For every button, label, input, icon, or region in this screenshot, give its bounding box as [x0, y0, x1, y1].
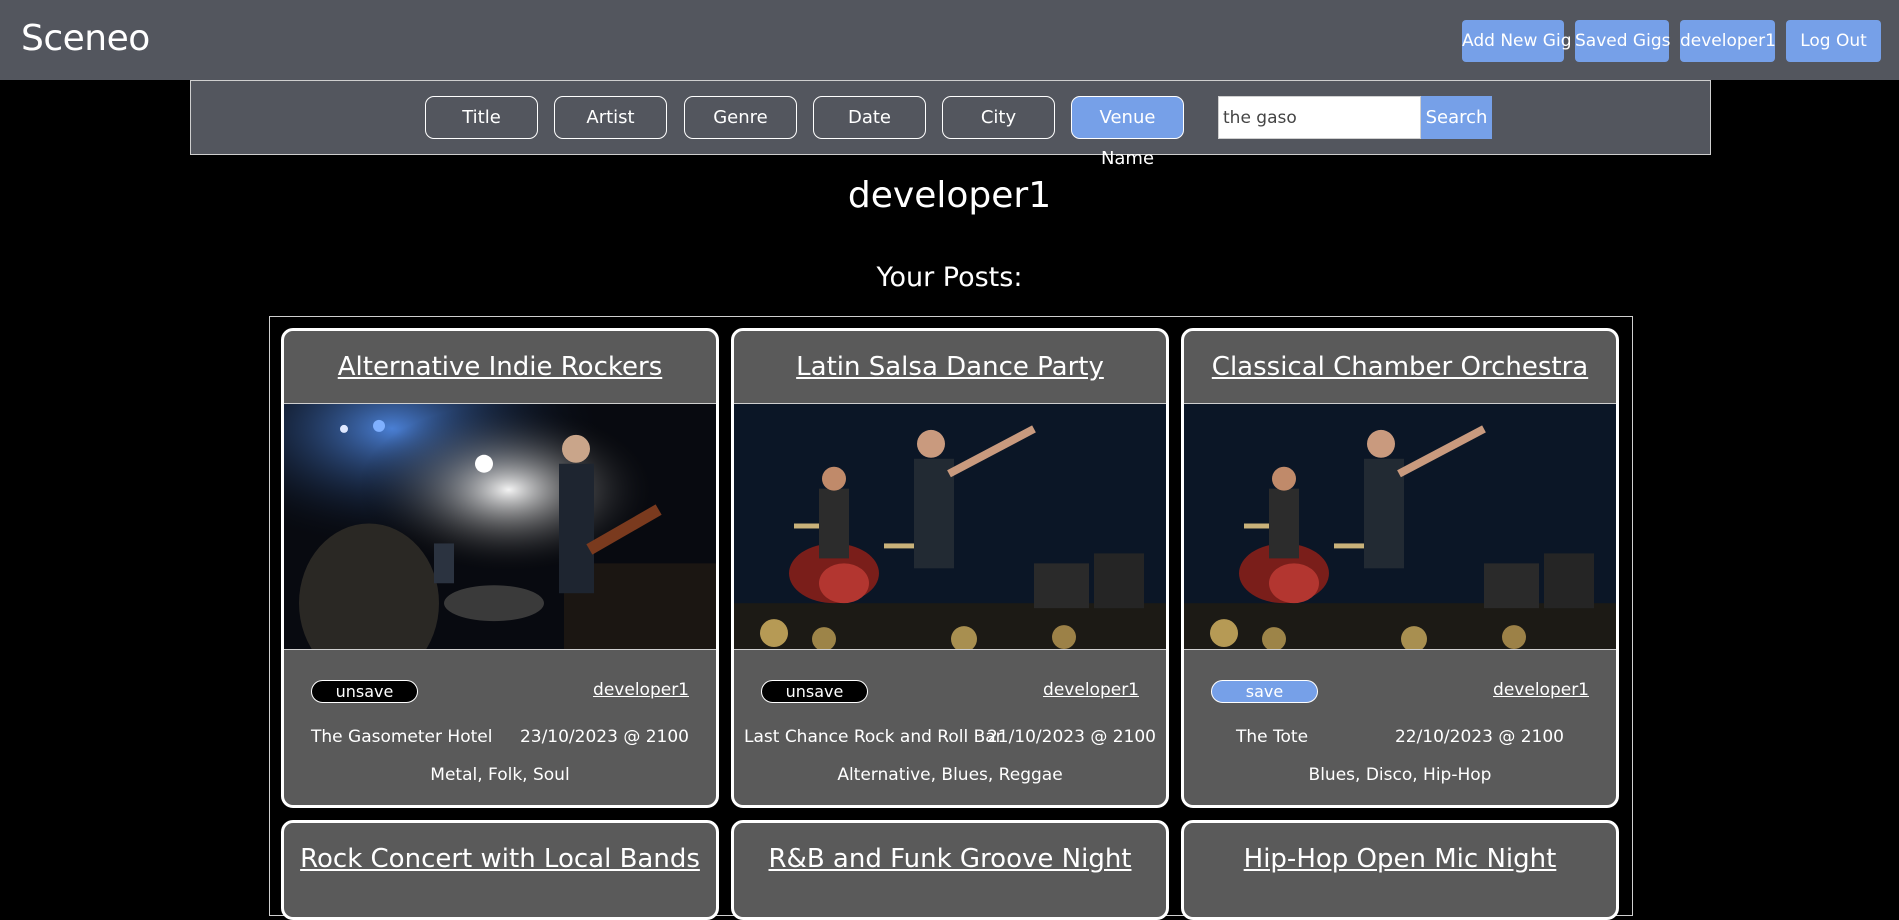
post-genres: Alternative, Blues, Reggae: [837, 765, 1063, 785]
unsave-button[interactable]: unsave: [311, 680, 418, 703]
unsave-button[interactable]: unsave: [761, 680, 868, 703]
post-datetime: 21/10/2023 @ 2100: [986, 727, 1156, 747]
post-card: Alternative Indie Rockers unsave develop…: [281, 328, 719, 808]
concert-photo-icon: [734, 404, 1166, 649]
post-card: R&B and Funk Groove Night: [731, 820, 1169, 920]
post-datetime: 22/10/2023 @ 2100: [1394, 727, 1564, 747]
search-button[interactable]: Search: [1421, 96, 1492, 139]
post-image[interactable]: [284, 404, 716, 650]
post-card: Classical Chamber Orchestra save develop…: [1181, 328, 1619, 808]
saved-gigs-button[interactable]: Saved Gigs: [1575, 20, 1670, 62]
search-filter-bar: Title Artist Genre Date City Venue Name …: [190, 80, 1711, 169]
filter-artist-button[interactable]: Artist: [554, 96, 667, 139]
post-venue: The Tote: [1236, 727, 1309, 747]
log-out-button[interactable]: Log Out: [1786, 20, 1881, 62]
profile-button[interactable]: developer1: [1680, 20, 1776, 62]
filter-date-button[interactable]: Date: [813, 96, 926, 139]
post-title-link[interactable]: Hip-Hop Open Mic Night: [1184, 823, 1616, 896]
post-venue: The Gasometer Hotel: [311, 727, 493, 747]
posts-grid: Alternative Indie Rockers unsave develop…: [269, 316, 1633, 920]
post-datetime: 23/10/2023 @ 2100: [519, 727, 689, 747]
post-author-link[interactable]: developer1: [1043, 680, 1139, 700]
post-card: Latin Salsa Dance Party unsave developer…: [731, 328, 1169, 808]
filter-city-button[interactable]: City: [942, 96, 1055, 139]
post-card: Hip-Hop Open Mic Night: [1181, 820, 1619, 920]
post-title-link[interactable]: Rock Concert with Local Bands: [284, 823, 716, 896]
post-genres: Blues, Disco, Hip-Hop: [1308, 765, 1492, 785]
post-title-link[interactable]: Classical Chamber Orchestra: [1184, 331, 1616, 404]
post-genres: Metal, Folk, Soul: [430, 765, 570, 785]
your-posts-heading: Your Posts:: [876, 262, 1023, 293]
post-title-link[interactable]: Alternative Indie Rockers: [284, 331, 716, 404]
post-image[interactable]: [734, 404, 1166, 650]
filter-genre-button[interactable]: Genre: [684, 96, 797, 139]
concert-photo-icon: [1184, 404, 1616, 649]
brand-logo[interactable]: Sceneo: [21, 18, 150, 59]
post-title-link[interactable]: Latin Salsa Dance Party: [734, 331, 1166, 404]
post-venue: Last Chance Rock and Roll Bar: [744, 727, 1003, 747]
search-input[interactable]: [1218, 96, 1421, 139]
post-card: Rock Concert with Local Bands: [281, 820, 719, 920]
filter-venue-name-button[interactable]: Venue Name: [1071, 96, 1184, 169]
post-title-link[interactable]: R&B and Funk Groove Night: [734, 823, 1166, 896]
filter-title-button[interactable]: Title: [425, 96, 538, 139]
post-author-link[interactable]: developer1: [1493, 680, 1589, 700]
post-image[interactable]: [1184, 404, 1616, 650]
profile-username-heading: developer1: [847, 175, 1052, 216]
top-navbar: Sceneo Add New Gig Saved Gigs developer1…: [0, 0, 1899, 80]
add-new-gig-button[interactable]: Add New Gig: [1462, 20, 1572, 62]
post-author-link[interactable]: developer1: [593, 680, 689, 700]
save-button[interactable]: save: [1211, 680, 1318, 703]
concert-photo-icon: [284, 404, 716, 649]
